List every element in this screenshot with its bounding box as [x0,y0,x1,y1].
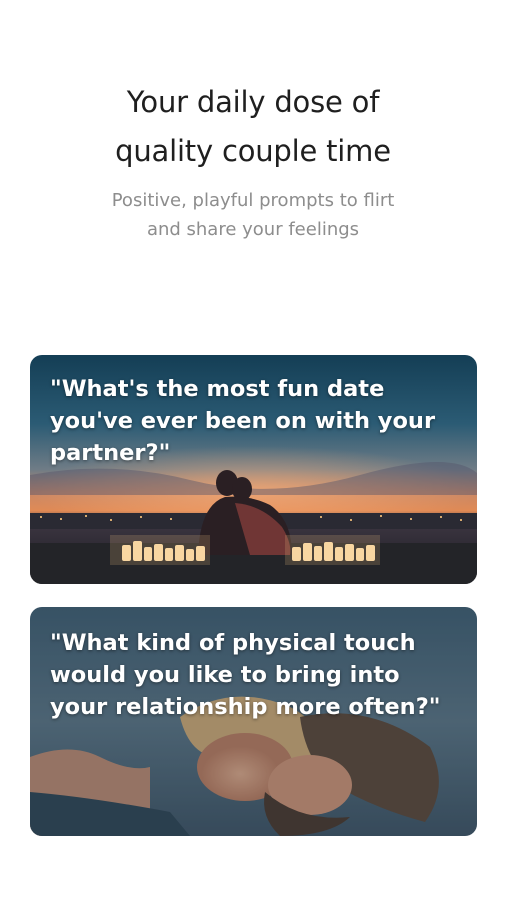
hero-subtitle-line-2: and share your feelings [146,219,360,240]
prompt-card-touch[interactable]: "What kind of physical touch would you l… [30,607,477,836]
prompt-quote: "What's the most fun date you've ever be… [50,376,436,466]
prompt-quote: "What kind of physical touch would you l… [50,630,441,720]
hero-title: Your daily dose of quality couple time [0,78,506,176]
hero-subtitle: Positive, playful prompts to flirt and s… [0,186,506,244]
hero-title-line-1: Your daily dose of [126,85,380,119]
prompt-card-date[interactable]: "What's the most fun date you've ever be… [30,355,477,584]
hero-subtitle-line-1: Positive, playful prompts to flirt [111,190,395,211]
hero-title-line-2: quality couple time [115,134,391,168]
